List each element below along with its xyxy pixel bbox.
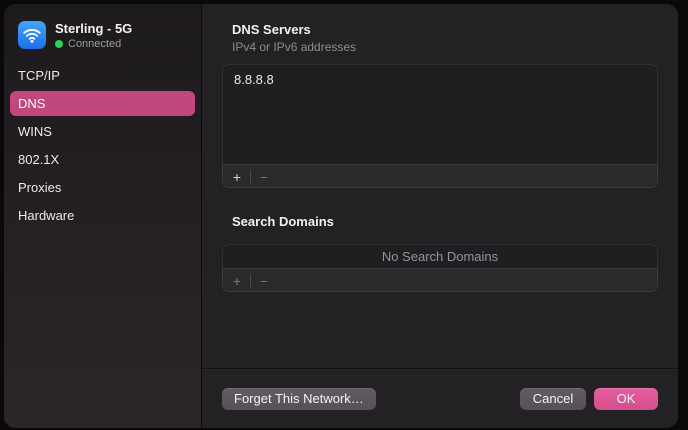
dns-servers-subtitle: IPv4 or IPv6 addresses	[232, 40, 658, 54]
dns-servers-list[interactable]: 8.8.8.8	[222, 64, 658, 164]
forget-network-button[interactable]: Forget This Network…	[222, 388, 376, 410]
search-domains-listbox: No Search Domains + −	[222, 244, 658, 292]
cancel-button[interactable]: Cancel	[520, 388, 586, 410]
search-domain-add-button[interactable]: +	[224, 269, 250, 292]
search-domains-list-toolbar: + −	[222, 268, 658, 292]
dns-servers-listbox: 8.8.8.8 + −	[222, 64, 658, 188]
network-header-text: Sterling - 5G Connected	[55, 21, 132, 50]
dns-servers-title: DNS Servers	[232, 22, 658, 38]
connection-status: Connected	[55, 38, 132, 50]
sidebar-item-dns[interactable]: DNS	[10, 91, 195, 116]
dns-server-entry[interactable]: 8.8.8.8	[234, 72, 646, 88]
sidebar-item-proxies[interactable]: Proxies	[10, 175, 195, 200]
sidebar: Sterling - 5G Connected TCP/IP DNS WINS …	[4, 4, 201, 428]
network-details-sheet: Sterling - 5G Connected TCP/IP DNS WINS …	[4, 4, 678, 428]
dns-add-button[interactable]: +	[224, 165, 250, 188]
network-details-window: Sterling - 5G Connected TCP/IP DNS WINS …	[0, 0, 688, 430]
search-domain-remove-button[interactable]: −	[251, 269, 277, 292]
sidebar-item-8021x[interactable]: 802.1X	[10, 147, 195, 172]
dns-servers-list-toolbar: + −	[222, 164, 658, 188]
connection-status-label: Connected	[68, 38, 121, 50]
dns-remove-button[interactable]: −	[251, 165, 277, 188]
search-domains-title: Search Domains	[232, 214, 658, 230]
sidebar-item-wins[interactable]: WINS	[10, 119, 195, 144]
ok-button[interactable]: OK	[594, 388, 658, 410]
sidebar-item-hardware[interactable]: Hardware	[10, 203, 195, 228]
connected-dot-icon	[55, 40, 63, 48]
network-name: Sterling - 5G	[55, 21, 132, 36]
sidebar-nav: TCP/IP DNS WINS 802.1X Proxies Hardware	[4, 63, 201, 228]
dialog-footer: Forget This Network… Cancel OK	[202, 368, 678, 428]
search-domains-empty-text: No Search Domains	[222, 244, 658, 268]
sidebar-item-tcpip[interactable]: TCP/IP	[10, 63, 195, 88]
network-header: Sterling - 5G Connected	[4, 18, 201, 50]
dns-panel: DNS Servers IPv4 or IPv6 addresses 8.8.8…	[201, 4, 678, 428]
wifi-icon	[18, 21, 46, 49]
